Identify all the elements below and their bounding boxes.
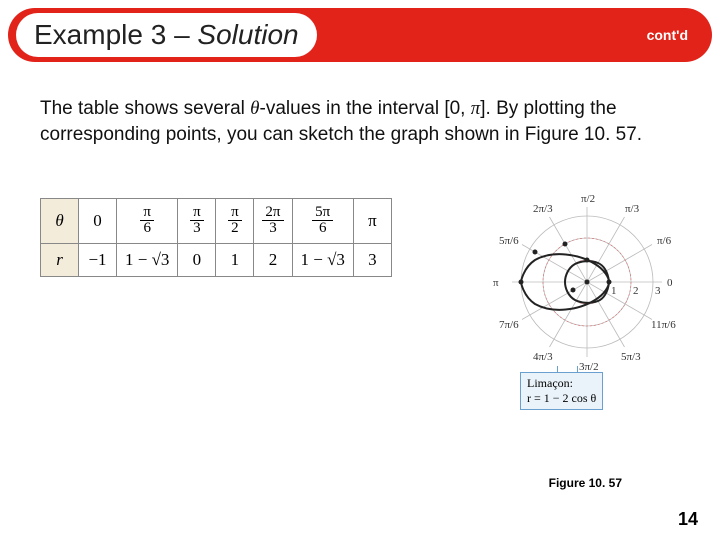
body-text-1: The table shows several [40,98,250,119]
cell-theta-3: π2 [216,199,254,244]
cell-theta-6: π [353,199,391,244]
body-paragraph: The table shows several θ-values in the … [40,96,680,147]
polar-plot: 1 2 3 0 π/6 π/3 π/2 2π/3 5π/6 π 7π/6 4π/… [462,182,682,412]
cell-r-0: −1 [79,244,117,277]
title-text-italic: Solution [197,19,298,50]
callout-box: Limaçon: r = 1 − 2 cos θ [520,372,603,410]
page-number: 14 [678,509,698,530]
tick-3: 3 [655,285,661,297]
ang-2pi3: 2π/3 [533,203,553,215]
ang-5pi6: 5π/6 [499,235,519,247]
ang-4pi3: 4π/3 [533,351,553,363]
theta-symbol: θ [250,98,259,119]
values-table: θ 0 π6 π3 π2 2π3 5π6 π r −1 1 − √3 0 1 2… [40,198,392,277]
row-header-r: r [41,244,79,277]
polar-svg: 1 2 3 0 π/6 π/3 π/2 2π/3 5π/6 π 7π/6 4π/… [462,182,682,382]
ang-pi2: π/2 [581,193,595,205]
body-text-2: -values in the interval [0, [260,98,471,119]
cell-r-4: 2 [254,244,292,277]
callout-eq: r = 1 − 2 cos θ [527,391,596,406]
cell-r-3: 1 [216,244,254,277]
cell-r-5: 1 − √3 [292,244,353,277]
title-pill: Example 3 – Solution [16,13,317,57]
cell-r-6: 3 [353,244,391,277]
cell-r-1: 1 − √3 [117,244,178,277]
ang-pi: π [493,277,499,289]
cell-theta-5: 5π6 [292,199,353,244]
cell-r-2: 0 [178,244,216,277]
title-text-plain: Example 3 – [34,19,197,50]
continued-label: cont'd [647,27,688,43]
tick-1: 1 [611,285,617,297]
cell-theta-1: π6 [117,199,178,244]
row-header-theta: θ [41,199,79,244]
values-table-wrap: θ 0 π6 π3 π2 2π3 5π6 π r −1 1 − √3 0 1 2… [40,198,392,277]
ang-11pi6: 11π/6 [651,319,676,331]
tick-2: 2 [633,285,639,297]
ang-pi6: π/6 [657,235,672,247]
figure-label: Figure 10. 57 [549,476,622,490]
table-row-theta: θ 0 π6 π3 π2 2π3 5π6 π [41,199,392,244]
ang-pi3: π/3 [625,203,640,215]
slide-title: Example 3 – Solution [34,19,299,50]
pi-symbol: π [471,98,481,119]
callout-title: Limaçon: [527,376,596,391]
cell-theta-2: π3 [178,199,216,244]
slide-header: Example 3 – Solution cont'd [8,8,712,62]
ang-5pi3: 5π/3 [621,351,641,363]
ang-0: 0 [667,277,673,289]
ang-7pi6: 7π/6 [499,319,519,331]
cell-theta-0: 0 [79,199,117,244]
table-row-r: r −1 1 − √3 0 1 2 1 − √3 3 [41,244,392,277]
cell-theta-4: 2π3 [254,199,292,244]
